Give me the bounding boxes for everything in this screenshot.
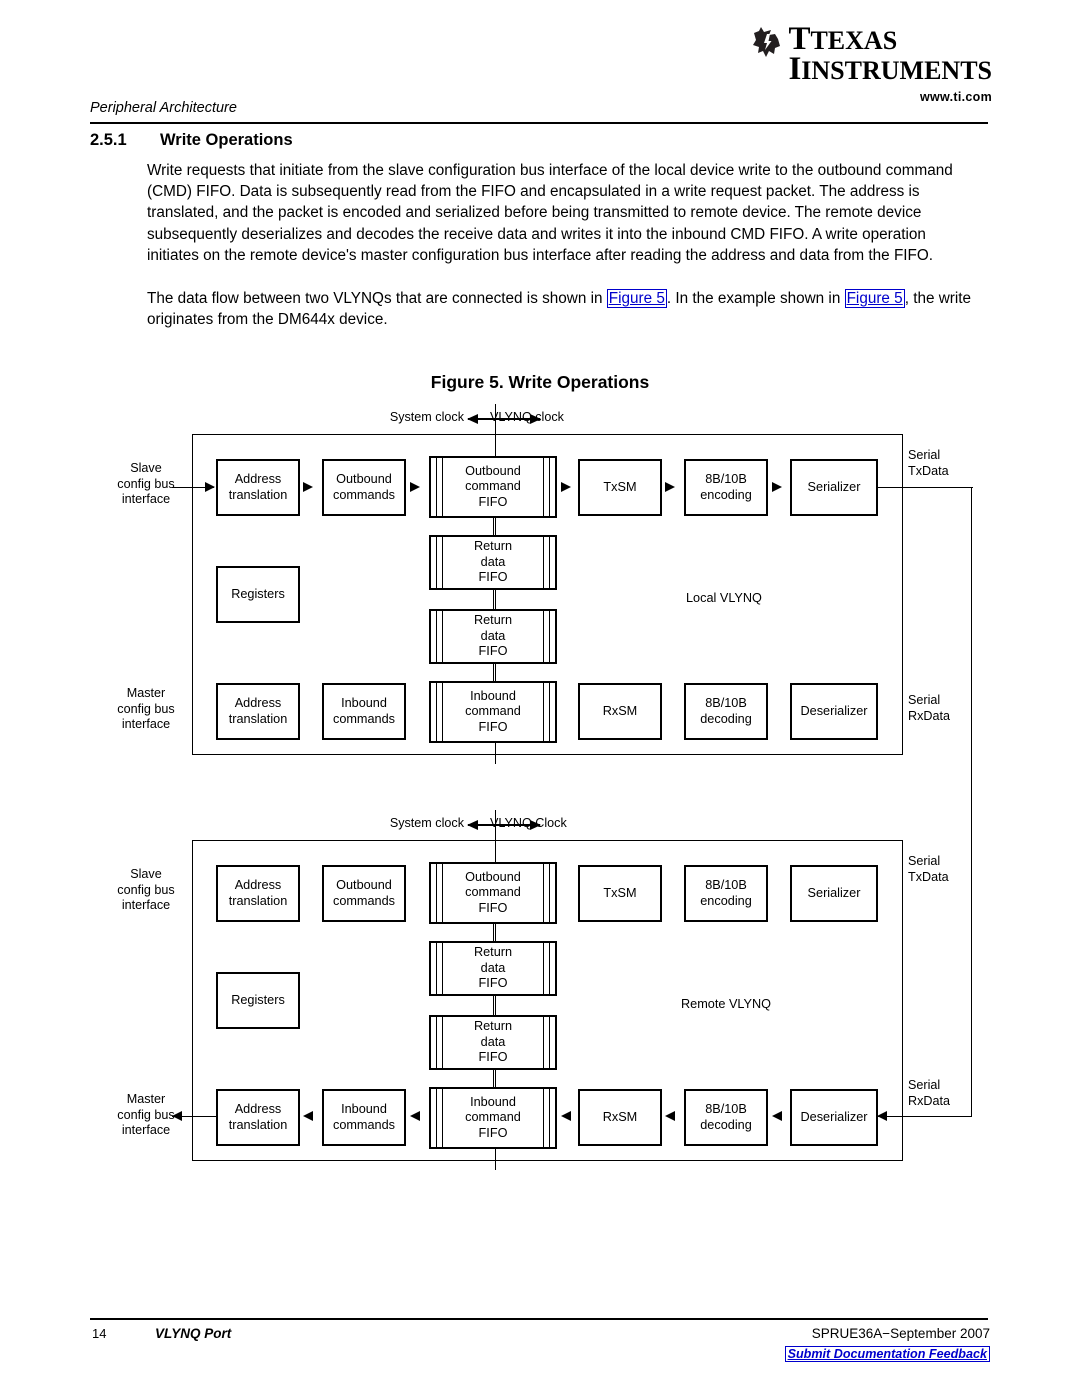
block-rxsm-remote: RxSM	[578, 1089, 662, 1146]
block-8b10b-decoding-remote: 8B/10B decoding	[684, 1089, 768, 1146]
block-registers-remote: Registers	[216, 972, 300, 1029]
paragraph-2: The data flow between two VLYNQs that ar…	[147, 288, 975, 330]
slave-config-bus-label-local: Slave config bus interface	[117, 461, 175, 506]
figure-5-link-1[interactable]: Figure 5	[606, 289, 667, 308]
block-txsm-local: TxSM	[578, 459, 662, 516]
block-outbound-commands-local: Outbound commands	[322, 459, 406, 516]
block-return-data-fifo-1-remote: Return data FIFO	[429, 941, 557, 996]
connector-retfifo1-to-retfifo2-remote	[492, 996, 494, 1015]
figure-5-link-2[interactable]: Figure 5	[844, 289, 905, 308]
arrow-deserializer-to-decoding-remote	[772, 1111, 782, 1121]
arrow-rxsm-to-fifo-remote	[561, 1111, 571, 1121]
arrow-serial-rx-in-remote	[877, 1111, 887, 1121]
figure-caption: Figure 5. Write Operations	[430, 372, 650, 392]
header-rule	[90, 122, 988, 124]
serial-rxdata-label-local: Serial RxData	[908, 693, 950, 723]
slave-config-bus-label-remote: Slave config bus interface	[117, 867, 175, 912]
block-deserializer-local: Deserializer	[790, 683, 878, 740]
texas-instruments-logo-icon	[753, 27, 781, 57]
block-inbound-commands-remote: Inbound commands	[322, 1089, 406, 1146]
block-serializer-local: Serializer	[790, 459, 878, 516]
block-outbound-commands-remote: Outbound commands	[322, 865, 406, 922]
block-8b10b-decoding-local: 8B/10B decoding	[684, 683, 768, 740]
paragraph-2-text-a: The data flow between two VLYNQs that ar…	[147, 290, 607, 307]
brand-url: www.ti.com	[920, 89, 992, 104]
arrow-decoding-to-rxsm-remote	[665, 1111, 675, 1121]
block-inbound-command-fifo-remote: Inbound command FIFO	[429, 1087, 557, 1149]
vlynq-clock-label-local: VLYNQ clock	[490, 410, 564, 424]
connector-retfifo1-to-retfifo2-local	[492, 590, 494, 609]
arrow-fifo-to-inbound-remote	[410, 1111, 420, 1121]
arrow-inbound-to-address-remote	[303, 1111, 313, 1121]
remote-vlynq-area-label: Remote VLYNQ	[681, 997, 772, 1011]
footer-rule	[90, 1318, 988, 1320]
block-rxsm-local: RxSM	[578, 683, 662, 740]
system-clock-label-remote: System clock	[389, 816, 464, 830]
block-8b10b-encoding-remote: 8B/10B encoding	[684, 865, 768, 922]
serial-tx-down-line-local	[971, 487, 973, 1116]
block-serializer-remote: Serializer	[790, 865, 878, 922]
brand-name-line1: TEXAS	[810, 26, 898, 55]
block-address-translation-tx-remote: Address translation	[216, 865, 300, 922]
page-title: Write Operations	[160, 131, 293, 149]
block-address-translation-tx-local: Address translation	[216, 459, 300, 516]
block-8b10b-encoding-local: 8B/10B encoding	[684, 459, 768, 516]
block-inbound-command-fifo-local: Inbound command FIFO	[429, 681, 557, 743]
arrow-outbound-to-fifo-local	[410, 482, 420, 492]
section-number: 2.5.1	[90, 131, 127, 149]
arrow-fifo-to-txsm-local	[561, 482, 571, 492]
arrow-txsm-to-encoding-local	[665, 482, 675, 492]
serial-txdata-label-remote: Serial TxData	[908, 854, 949, 884]
master-config-bus-label-local: Master config bus interface	[117, 686, 175, 731]
block-address-translation-rx-local: Address translation	[216, 683, 300, 740]
block-return-data-fifo-1-local: Return data FIFO	[429, 535, 557, 590]
paragraph-2-text-b: . In the example shown in	[666, 290, 845, 307]
connector-cmdfifo-to-retfifo1-local	[492, 518, 494, 536]
block-return-data-fifo-2-local: Return data FIFO	[429, 609, 557, 664]
block-deserializer-remote: Deserializer	[790, 1089, 878, 1146]
local-vlynq-area-label: Local VLYNQ	[686, 591, 762, 605]
arrow-encoding-to-serializer-local	[772, 482, 782, 492]
arrow-address-to-master-remote	[172, 1111, 182, 1121]
footer-doc-title: VLYNQ Port	[155, 1326, 232, 1341]
arrow-slave-to-address-local	[205, 482, 215, 492]
serializer-out-line-local	[877, 487, 973, 489]
block-outbound-command-fifo-remote: Outbound command FIFO	[429, 862, 557, 924]
serial-rx-into-deserializer-remote	[877, 1116, 972, 1118]
paragraph-1: Write requests that initiate from the sl…	[147, 162, 953, 264]
brand-name-line2: INSTRUMENTS	[801, 56, 992, 86]
ti-logo: TTEXAS IINSTRUMENTS www.ti.com	[752, 23, 992, 104]
arrow-addr-to-outbound-local	[303, 482, 313, 492]
serial-txdata-label-local: Serial TxData	[908, 448, 949, 478]
block-return-data-fifo-2-remote: Return data FIFO	[429, 1015, 557, 1070]
submit-documentation-feedback-link[interactable]: Submit Documentation Feedback	[784, 1346, 990, 1362]
block-outbound-command-fifo-local: Outbound command FIFO	[429, 456, 557, 518]
block-address-translation-rx-remote: Address translation	[216, 1089, 300, 1146]
vlynq-clock-label-remote: VLYNQ Clock	[490, 816, 567, 830]
footer-doc-id: SPRUE36A−September 2007	[811, 1326, 990, 1341]
serial-rxdata-label-remote: Serial RxData	[908, 1078, 950, 1108]
page-number: 14	[92, 1326, 107, 1341]
system-clock-label-local: System clock	[389, 410, 464, 424]
block-registers-local: Registers	[216, 566, 300, 623]
block-txsm-remote: TxSM	[578, 865, 662, 922]
running-head: Peripheral Architecture	[90, 100, 237, 116]
block-inbound-commands-local: Inbound commands	[322, 683, 406, 740]
connector-cmdfifo-to-retfifo1-remote	[492, 924, 494, 942]
